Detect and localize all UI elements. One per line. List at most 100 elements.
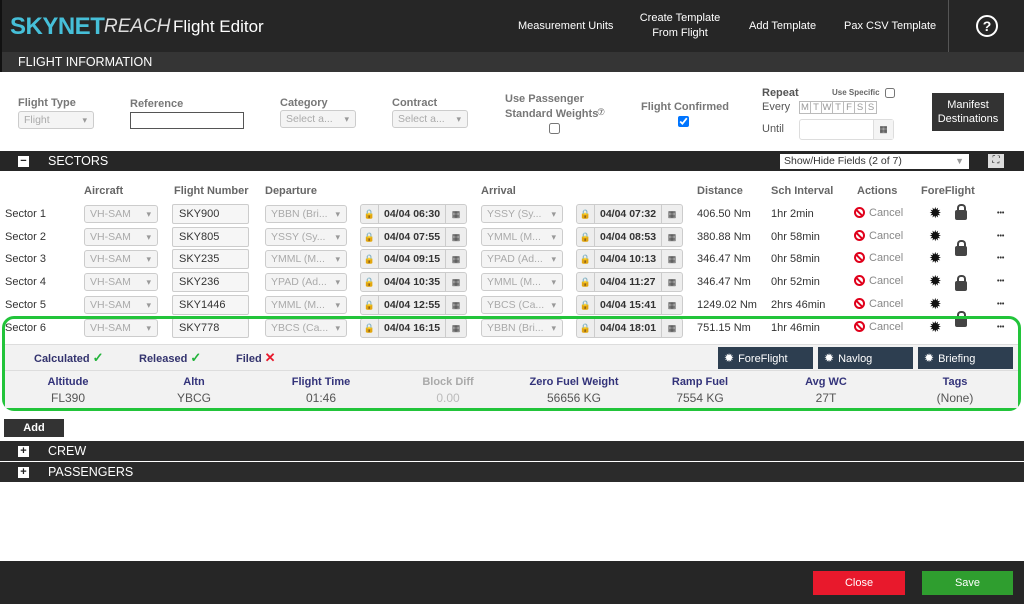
add-sector-button[interactable]: Add bbox=[4, 419, 64, 437]
more-options-icon[interactable]: ••• bbox=[997, 278, 1004, 285]
lock-icon[interactable] bbox=[955, 240, 967, 256]
briefing-button[interactable]: ✹ Briefing bbox=[918, 347, 1013, 369]
dep-time-group[interactable]: 🔒 04/04 12:55 ▦ bbox=[360, 295, 467, 315]
foreflight-icon[interactable]: ✹ bbox=[929, 227, 942, 245]
aircraft-select[interactable]: VH-SAM bbox=[84, 205, 158, 223]
lock-icon[interactable]: 🔒 bbox=[361, 273, 379, 291]
category-select[interactable]: Select a... bbox=[280, 110, 356, 128]
distance-value: 346.47 Nm bbox=[697, 276, 751, 288]
nav-measurement-units[interactable]: Measurement Units bbox=[518, 19, 613, 34]
dep-time-group[interactable]: 🔒 04/04 06:30 ▦ bbox=[360, 204, 467, 224]
lock-icon[interactable]: 🔒 bbox=[361, 228, 379, 246]
cancel-sector-button[interactable]: Cancel bbox=[854, 207, 903, 219]
calendar-icon[interactable]: ▦ bbox=[661, 205, 682, 223]
navlog-button[interactable]: ✹ Navlog bbox=[818, 347, 913, 369]
save-button[interactable]: Save bbox=[922, 571, 1013, 595]
calendar-icon[interactable]: ▦ bbox=[661, 228, 682, 246]
help-icon[interactable]: ? bbox=[976, 15, 998, 37]
calendar-icon[interactable]: ▦ bbox=[445, 296, 466, 314]
lock-icon[interactable] bbox=[955, 275, 967, 291]
arrival-select[interactable]: YPAD (Ad... bbox=[481, 250, 563, 268]
std-weights-checkbox[interactable] bbox=[549, 123, 560, 134]
calendar-icon[interactable]: ▦ bbox=[661, 273, 682, 291]
lock-icon[interactable]: 🔒 bbox=[361, 205, 379, 223]
flight-number-input[interactable]: SKY1446 bbox=[172, 295, 249, 315]
more-options-icon[interactable]: ••• bbox=[997, 210, 1004, 217]
dep-time-group[interactable]: 🔒 04/04 07:55 ▦ bbox=[360, 227, 467, 247]
contract-select[interactable]: Select a... bbox=[392, 110, 468, 128]
arr-time-group[interactable]: 🔒 04/04 11:27 ▦ bbox=[576, 272, 683, 292]
dep-time-group[interactable]: 🔒 04/04 09:15 ▦ bbox=[360, 249, 467, 269]
foreflight-icon[interactable]: ✹ bbox=[929, 295, 942, 313]
more-options-icon[interactable]: ••• bbox=[997, 301, 1004, 308]
expand-icon[interactable]: + bbox=[18, 446, 29, 457]
calendar-icon[interactable]: ▦ bbox=[661, 296, 682, 314]
arrival-select[interactable]: YMML (M... bbox=[481, 228, 563, 246]
foreflight-icon[interactable]: ✹ bbox=[929, 204, 942, 222]
cancel-sector-button[interactable]: Cancel bbox=[854, 298, 903, 310]
reference-input[interactable] bbox=[130, 112, 244, 129]
flight-type-select[interactable]: Flight bbox=[18, 111, 94, 129]
calendar-icon[interactable]: ▦ bbox=[661, 250, 682, 268]
foreflight-icon[interactable]: ✹ bbox=[929, 272, 942, 290]
aircraft-select[interactable]: VH-SAM bbox=[84, 228, 158, 246]
sector-label: Sector 1 bbox=[5, 208, 46, 220]
help-circle-icon[interactable]: ⑦ bbox=[597, 107, 605, 118]
day-sun[interactable]: S bbox=[865, 101, 877, 114]
until-date-input[interactable]: ▦ bbox=[799, 119, 894, 140]
flight-number-input[interactable]: SKY805 bbox=[172, 227, 249, 247]
departure-select[interactable]: YPAD (Ad... bbox=[265, 273, 347, 291]
passengers-bar[interactable]: + PASSENGERS bbox=[0, 462, 1024, 482]
flight-number-input[interactable]: SKY236 bbox=[172, 272, 249, 292]
nav-pax-csv-template[interactable]: Pax CSV Template bbox=[844, 19, 936, 34]
lock-icon[interactable]: 🔒 bbox=[577, 205, 595, 223]
lock-icon[interactable] bbox=[955, 204, 967, 220]
cancel-sector-button[interactable]: Cancel bbox=[854, 230, 903, 242]
close-button[interactable]: Close bbox=[813, 571, 905, 595]
arr-time-group[interactable]: 🔒 04/04 10:13 ▦ bbox=[576, 249, 683, 269]
lock-icon[interactable]: 🔒 bbox=[361, 250, 379, 268]
cancel-sector-button[interactable]: Cancel bbox=[854, 275, 903, 287]
departure-select[interactable]: YMML (M... bbox=[265, 296, 347, 314]
arrival-select[interactable]: YSSY (Sy... bbox=[481, 205, 563, 223]
lock-icon[interactable]: 🔒 bbox=[577, 296, 595, 314]
aircraft-select[interactable]: VH-SAM bbox=[84, 296, 158, 314]
use-specific-checkbox[interactable] bbox=[885, 88, 895, 98]
manifest-destinations-button[interactable]: Manifest Destinations bbox=[932, 93, 1004, 131]
expand-icon[interactable]: + bbox=[18, 467, 29, 478]
lock-icon[interactable]: 🔒 bbox=[577, 228, 595, 246]
calendar-icon[interactable]: ▦ bbox=[445, 250, 466, 268]
collapse-icon[interactable]: − bbox=[18, 156, 29, 167]
more-options-icon[interactable]: ••• bbox=[997, 233, 1004, 240]
foreflight-button[interactable]: ✹ ForeFlight bbox=[718, 347, 813, 369]
departure-select[interactable]: YMML (M... bbox=[265, 250, 347, 268]
calendar-icon[interactable]: ▦ bbox=[445, 273, 466, 291]
arr-time-group[interactable]: 🔒 04/04 15:41 ▦ bbox=[576, 295, 683, 315]
cancel-sector-button[interactable]: Cancel bbox=[854, 252, 903, 264]
crew-bar[interactable]: + CREW bbox=[0, 441, 1024, 461]
lock-icon[interactable]: 🔒 bbox=[577, 250, 595, 268]
flight-confirmed-checkbox[interactable] bbox=[678, 116, 689, 127]
arrival-select[interactable]: YBCS (Ca... bbox=[481, 296, 563, 314]
map-icon[interactable]: ⛶ bbox=[988, 154, 1004, 168]
departure-select[interactable]: YBBN (Bri... bbox=[265, 205, 347, 223]
foreflight-icon[interactable]: ✹ bbox=[929, 249, 942, 267]
calendar-icon[interactable]: ▦ bbox=[445, 205, 466, 223]
dep-time-group[interactable]: 🔒 04/04 10:35 ▦ bbox=[360, 272, 467, 292]
arrival-select[interactable]: YMML (M... bbox=[481, 273, 563, 291]
aircraft-select[interactable]: VH-SAM bbox=[84, 273, 158, 291]
lock-icon[interactable]: 🔒 bbox=[361, 296, 379, 314]
more-options-icon[interactable]: ••• bbox=[997, 255, 1004, 262]
arr-time-group[interactable]: 🔒 04/04 07:32 ▦ bbox=[576, 204, 683, 224]
flight-number-input[interactable]: SKY900 bbox=[172, 204, 249, 224]
nav-add-template[interactable]: Add Template bbox=[749, 19, 816, 34]
show-hide-fields-select[interactable]: Show/Hide Fields (2 of 7) ▼ bbox=[780, 154, 969, 169]
lock-icon[interactable]: 🔒 bbox=[577, 273, 595, 291]
nav-create-template[interactable]: Create Template From Flight bbox=[634, 11, 726, 41]
flight-number-input[interactable]: SKY235 bbox=[172, 249, 249, 269]
calendar-icon[interactable]: ▦ bbox=[445, 228, 466, 246]
calendar-icon[interactable]: ▦ bbox=[873, 120, 893, 139]
aircraft-select[interactable]: VH-SAM bbox=[84, 250, 158, 268]
arr-time-group[interactable]: 🔒 04/04 08:53 ▦ bbox=[576, 227, 683, 247]
departure-select[interactable]: YSSY (Sy... bbox=[265, 228, 347, 246]
